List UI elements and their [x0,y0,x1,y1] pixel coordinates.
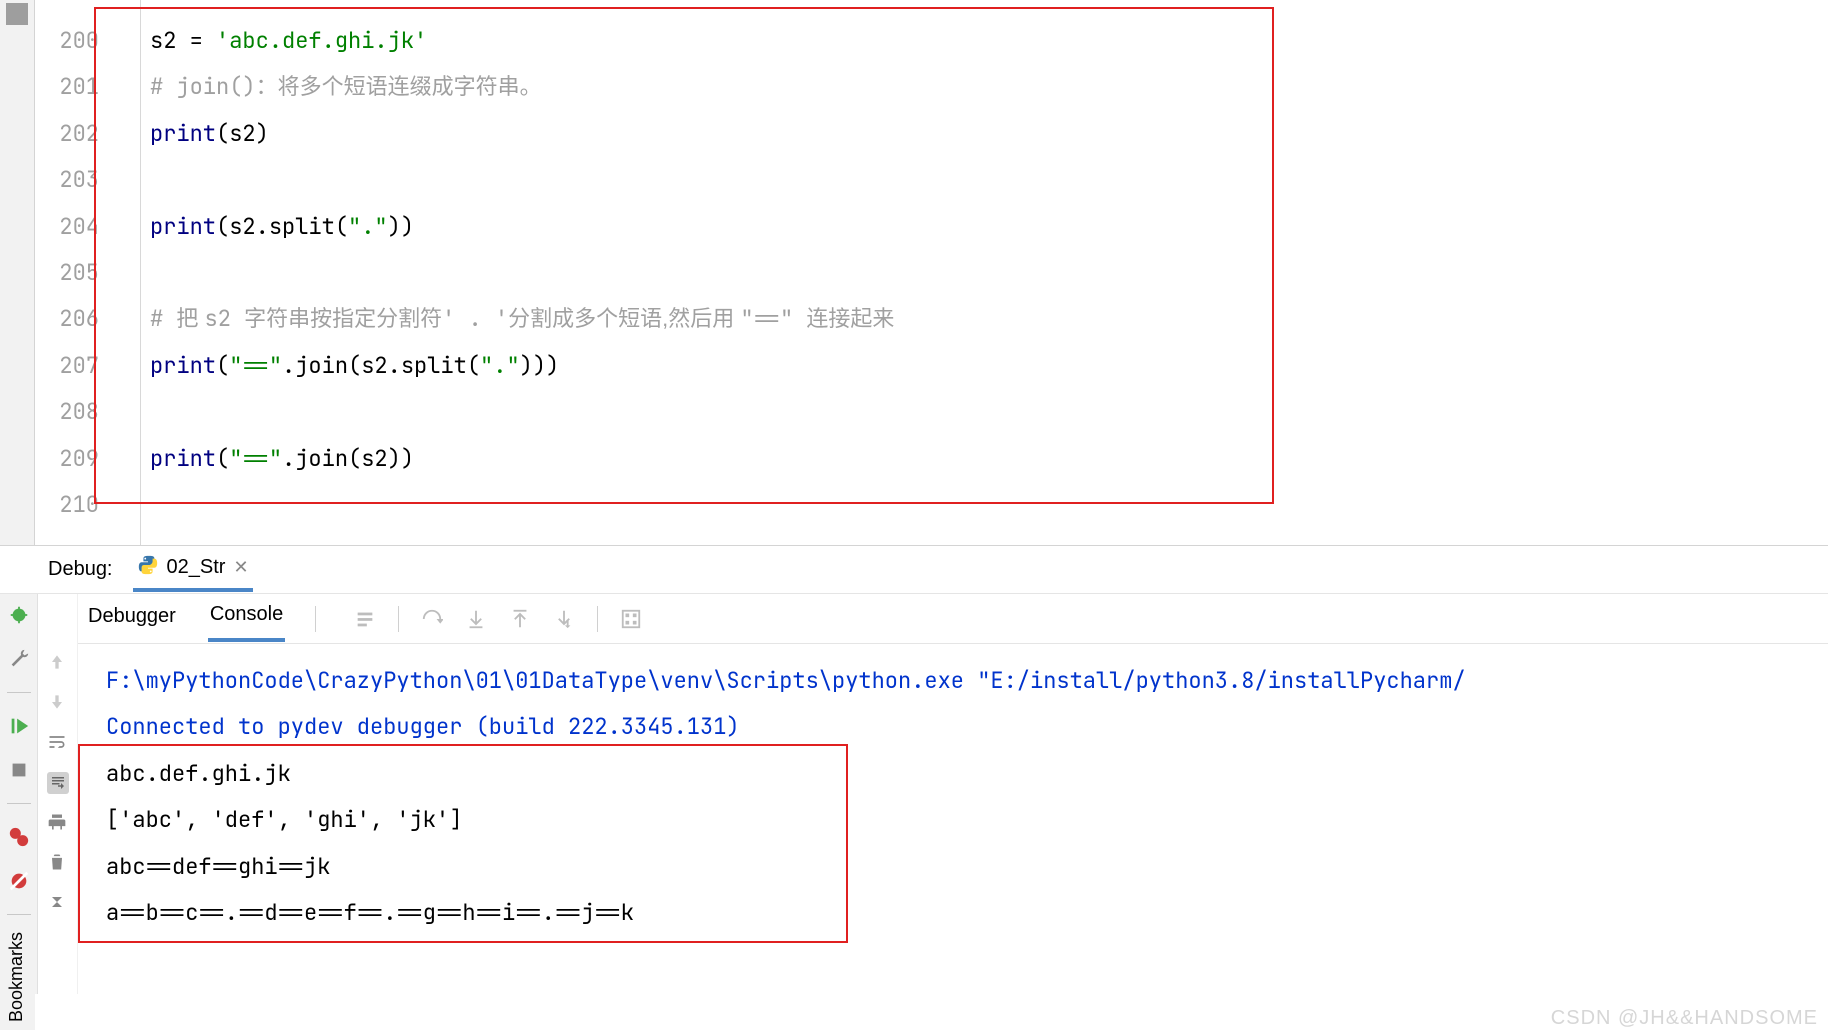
code-line[interactable] [150,482,1828,528]
scroll-down-icon[interactable] [47,692,69,714]
console-output[interactable]: F:\myPythonCode\CrazyPython\01\01DataTyp… [78,644,1828,994]
bug-icon[interactable] [8,604,30,626]
bookmarks-tool-window-tab[interactable]: Bookmarks [0,924,35,1030]
step-out-icon[interactable] [553,608,575,630]
editor-left-sidebar [0,0,35,545]
line-number: 203 [35,157,99,203]
line-number: 204 [35,204,99,250]
line-number: 210 [35,482,99,528]
separator [597,606,598,632]
editor-area: 200201202203204205206207208209210 s2 = '… [0,0,1828,545]
separator [315,606,316,632]
print-icon[interactable] [47,812,69,834]
scroll-up-icon[interactable] [47,652,69,674]
debug-panel: Debug: 02_Str ✕ [0,545,1828,994]
expand-icon[interactable] [47,892,69,914]
code-line[interactable]: # 把 s2 字符串按指定分割符' . '分割成多个短语,然后用 "==" 连接… [150,296,1828,342]
console-line: abc.def.ghi.jk [106,751,1828,797]
line-number: 209 [35,436,99,482]
code-line[interactable]: print(s2) [150,111,1828,157]
code-line[interactable]: s2 = 'abc.def.ghi.jk' [150,18,1828,64]
code-line[interactable] [150,157,1828,203]
soft-wrap-icon[interactable] [47,732,69,754]
line-number-gutter: 200201202203204205206207208209210 [35,0,115,545]
step-down-icon[interactable] [465,608,487,630]
console-wrap: Debugger Console F:\myPythonCode\CrazyPy… [78,594,1828,994]
close-tab-icon[interactable]: ✕ [233,557,248,578]
debug-sub-tabs: Debugger Console [78,594,1828,644]
tab-debugger[interactable]: Debugger [86,597,178,640]
debug-run-tab-label: 02_Str [167,556,226,579]
clear-icon[interactable] [47,852,69,874]
separator [7,914,31,915]
line-number: 208 [35,389,99,435]
step-over-icon[interactable] [354,608,376,630]
separator [398,606,399,632]
console-line: ['abc', 'def', 'ghi', 'jk'] [106,797,1828,843]
console-line: abc==def==ghi==jk [106,844,1828,890]
step-into-icon[interactable] [421,608,443,630]
mute-breakpoints-icon[interactable] [8,870,30,892]
step-up-icon[interactable] [509,608,531,630]
wrench-icon[interactable] [8,648,30,670]
indent-guide [140,0,141,545]
console-line: Connected to pydev debugger (build 222.3… [106,704,1828,750]
watermark-text: CSDN @JH&&HANDSOME [1551,1007,1818,1030]
scroll-to-end-icon[interactable] [47,772,69,794]
sidebar-marker-icon [6,3,28,25]
tab-console[interactable]: Console [208,595,285,642]
code-line[interactable]: print("==".join(s2.split("."))) [150,343,1828,389]
code-line[interactable]: print(s2.split(".")) [150,204,1828,250]
line-number: 206 [35,296,99,342]
debug-run-tab[interactable]: 02_Str ✕ [133,548,253,592]
console-line: a==b==c==.==d==e==f==.==g==h==i==.==j==k [106,890,1828,936]
debug-panel-label: Debug: [48,558,113,581]
console-line: F:\myPythonCode\CrazyPython\01\01DataTyp… [106,658,1828,704]
code-editor[interactable]: s2 = 'abc.def.ghi.jk'# join()：将多个短语连缀成字符… [115,0,1828,545]
separator [7,803,31,804]
code-line[interactable] [150,250,1828,296]
evaluate-icon[interactable] [620,608,642,630]
resume-icon[interactable] [8,715,30,737]
code-line[interactable]: print("==".join(s2)) [150,436,1828,482]
debug-body: Debugger Console F:\myPythonCode\CrazyPy… [0,594,1828,994]
separator [7,692,31,693]
line-number: 202 [35,111,99,157]
debug-header: Debug: 02_Str ✕ [0,546,1828,594]
stop-icon[interactable] [8,759,30,781]
code-line[interactable] [150,389,1828,435]
code-line[interactable]: # join()：将多个短语连缀成字符串。 [150,64,1828,110]
line-number: 200 [35,18,99,64]
line-number: 205 [35,250,99,296]
view-breakpoints-icon[interactable] [8,826,30,848]
line-number: 201 [35,64,99,110]
line-number: 207 [35,343,99,389]
python-icon [137,554,159,582]
console-action-column [38,594,78,994]
console-toolbar [354,606,642,632]
